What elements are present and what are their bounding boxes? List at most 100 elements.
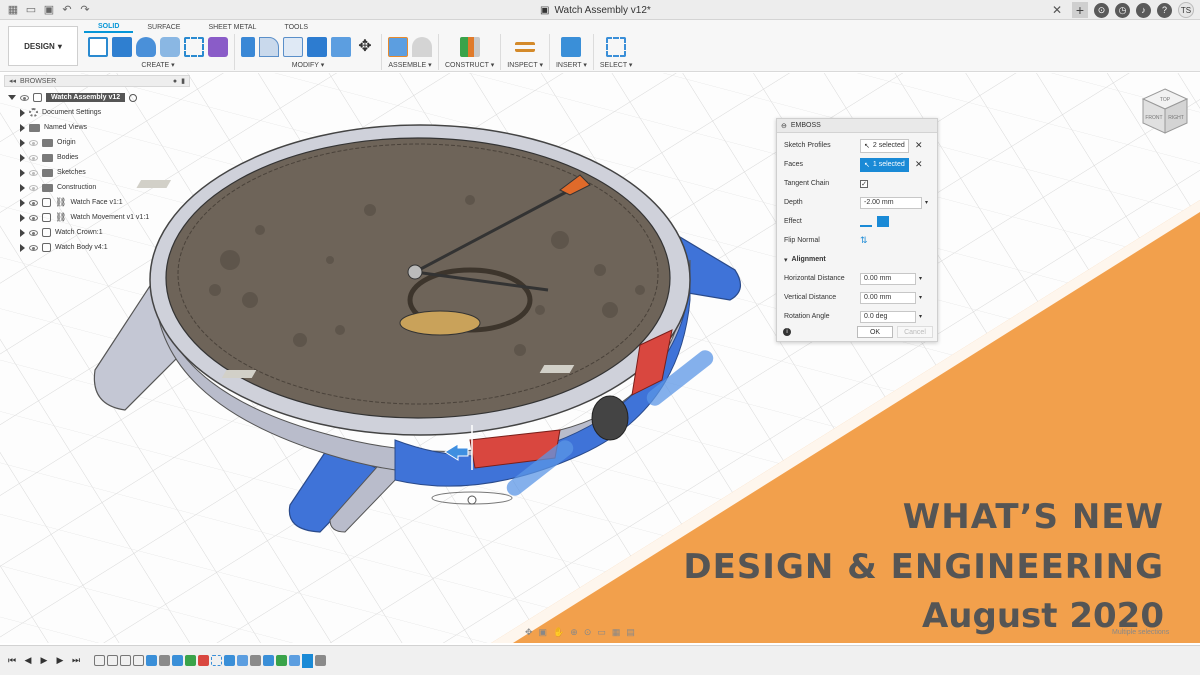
- assemble-menu[interactable]: ASSEMBLE ▾: [388, 61, 431, 69]
- offset-plane-icon[interactable]: [459, 37, 480, 57]
- cancel-button[interactable]: Cancel: [897, 326, 933, 338]
- view-cube[interactable]: TOP FRONT RIGHT: [1135, 83, 1195, 143]
- flip-normal-icon[interactable]: ⇅: [860, 235, 868, 246]
- press-pull-icon[interactable]: [241, 37, 255, 57]
- visibility-icon[interactable]: [20, 94, 29, 101]
- tree-item-named-views[interactable]: Named Views: [20, 120, 190, 135]
- measure-icon[interactable]: [515, 42, 536, 52]
- insert-menu[interactable]: INSERT ▾: [556, 61, 587, 69]
- dropdown-caret-icon[interactable]: ▾: [919, 294, 922, 301]
- expand-icon[interactable]: [20, 213, 25, 222]
- timeline-feature[interactable]: [146, 655, 157, 666]
- timeline-feature[interactable]: [107, 655, 118, 666]
- tree-item-bodies[interactable]: Bodies: [20, 150, 190, 165]
- horizontal-distance-input[interactable]: 0.00 mm: [860, 272, 916, 285]
- dropdown-caret-icon[interactable]: ▾: [919, 275, 922, 282]
- visibility-icon[interactable]: [29, 244, 38, 251]
- viewports-icon[interactable]: ▤: [626, 627, 635, 638]
- vertical-distance-input[interactable]: 0.00 mm: [860, 291, 916, 304]
- revolve-icon[interactable]: [136, 37, 156, 57]
- app-grid-icon[interactable]: ▦: [6, 3, 20, 17]
- timeline-feature[interactable]: [263, 655, 274, 666]
- panel-toggle-icon[interactable]: ▮: [181, 77, 185, 85]
- expand-icon[interactable]: [20, 138, 25, 147]
- timeline-feature[interactable]: [94, 655, 105, 666]
- split-body-icon[interactable]: [331, 37, 351, 57]
- dropdown-caret-icon[interactable]: ▾: [925, 199, 928, 206]
- alignment-section[interactable]: ▾ Alignment: [777, 250, 937, 269]
- extrude-icon[interactable]: [112, 37, 132, 57]
- sketch-profiles-selector[interactable]: ↖ 2 selected: [860, 138, 909, 153]
- shell-icon[interactable]: [283, 37, 303, 57]
- tangent-chain-checkbox[interactable]: ✓: [860, 179, 868, 188]
- dialog-collapse-icon[interactable]: ⊖: [781, 122, 787, 130]
- timeline-feature[interactable]: [211, 655, 222, 666]
- visibility-icon[interactable]: [29, 214, 38, 221]
- visibility-icon[interactable]: [29, 229, 38, 236]
- tab-surface[interactable]: SURFACE: [133, 22, 194, 33]
- timeline-feature[interactable]: [315, 655, 326, 666]
- construct-menu[interactable]: CONSTRUCT ▾: [445, 61, 494, 69]
- timeline-marker[interactable]: [302, 653, 313, 668]
- expand-icon[interactable]: [8, 95, 16, 100]
- timeline-feature[interactable]: [237, 655, 248, 666]
- undo-icon[interactable]: ↶: [60, 3, 74, 17]
- joint-icon[interactable]: [412, 37, 432, 57]
- create-sketch-icon[interactable]: [88, 37, 108, 57]
- close-tab-icon[interactable]: ✕: [1052, 3, 1062, 17]
- help-icon[interactable]: ?: [1157, 2, 1172, 18]
- move-icon[interactable]: ✥: [355, 37, 375, 57]
- expand-icon[interactable]: [20, 198, 25, 207]
- combine-icon[interactable]: [307, 37, 327, 57]
- redo-icon[interactable]: ↷: [78, 3, 92, 17]
- notifications-icon[interactable]: ♪: [1136, 2, 1151, 18]
- emboss-effect-icon[interactable]: [860, 216, 872, 227]
- tab-sheet-metal[interactable]: SHEET METAL: [194, 22, 270, 33]
- rotation-angle-input[interactable]: 0.0 deg: [860, 310, 916, 323]
- new-tab-button[interactable]: +: [1072, 2, 1088, 18]
- create-menu[interactable]: CREATE ▾: [141, 61, 174, 69]
- step-back-icon[interactable]: ◀: [22, 655, 34, 667]
- expand-icon[interactable]: [20, 123, 25, 132]
- pattern-icon[interactable]: [184, 37, 204, 57]
- tree-item-watch-face[interactable]: ⛓ Watch Face v1:1: [20, 195, 190, 210]
- play-icon[interactable]: ▶: [38, 655, 50, 667]
- zoom-icon[interactable]: ⊕: [570, 627, 578, 638]
- tab-solid[interactable]: SOLID: [84, 22, 134, 33]
- orbit-icon[interactable]: ✥: [525, 627, 533, 638]
- pin-icon[interactable]: ●: [173, 78, 177, 85]
- file-icon[interactable]: ▭: [24, 3, 38, 17]
- save-icon[interactable]: ▣: [42, 3, 56, 17]
- timeline-feature[interactable]: [224, 655, 235, 666]
- expand-icon[interactable]: [20, 108, 25, 117]
- select-window-icon[interactable]: [606, 37, 627, 57]
- create-form-icon[interactable]: [208, 37, 228, 57]
- timeline-feature[interactable]: [159, 655, 170, 666]
- document-tab[interactable]: ▣ Watch Assembly v12*: [540, 0, 651, 20]
- tree-item-watch-movement[interactable]: ⛓ Watch Movement v1 v1:1: [20, 210, 190, 225]
- tree-item-watch-crown[interactable]: Watch Crown:1: [20, 225, 190, 240]
- timeline-feature[interactable]: [276, 655, 287, 666]
- timeline-feature[interactable]: [133, 655, 144, 666]
- tree-item-document-settings[interactable]: Document Settings: [20, 105, 190, 120]
- timeline-feature[interactable]: [198, 655, 209, 666]
- visibility-icon[interactable]: [29, 169, 38, 176]
- deboss-effect-icon[interactable]: [877, 216, 889, 227]
- display-settings-icon[interactable]: ▭: [597, 627, 606, 638]
- emboss-header[interactable]: ⊖ EMBOSS: [777, 119, 937, 133]
- timeline-feature[interactable]: [172, 655, 183, 666]
- modify-menu[interactable]: MODIFY ▾: [292, 61, 325, 69]
- timeline-feature[interactable]: [250, 655, 261, 666]
- expand-icon[interactable]: [20, 228, 25, 237]
- expand-icon[interactable]: [20, 243, 25, 252]
- expand-icon[interactable]: [20, 153, 25, 162]
- activate-target-icon[interactable]: [129, 93, 138, 102]
- timeline-feature[interactable]: [289, 655, 300, 666]
- timeline-feature[interactable]: [185, 655, 196, 666]
- tree-item-construction[interactable]: Construction: [20, 180, 190, 195]
- tab-tools[interactable]: TOOLS: [270, 22, 322, 33]
- tree-item-watch-body[interactable]: Watch Body v4:1: [20, 240, 190, 255]
- grid-settings-icon[interactable]: ▦: [612, 627, 621, 638]
- tree-item-origin[interactable]: Origin: [20, 135, 190, 150]
- timeline-feature[interactable]: [120, 655, 131, 666]
